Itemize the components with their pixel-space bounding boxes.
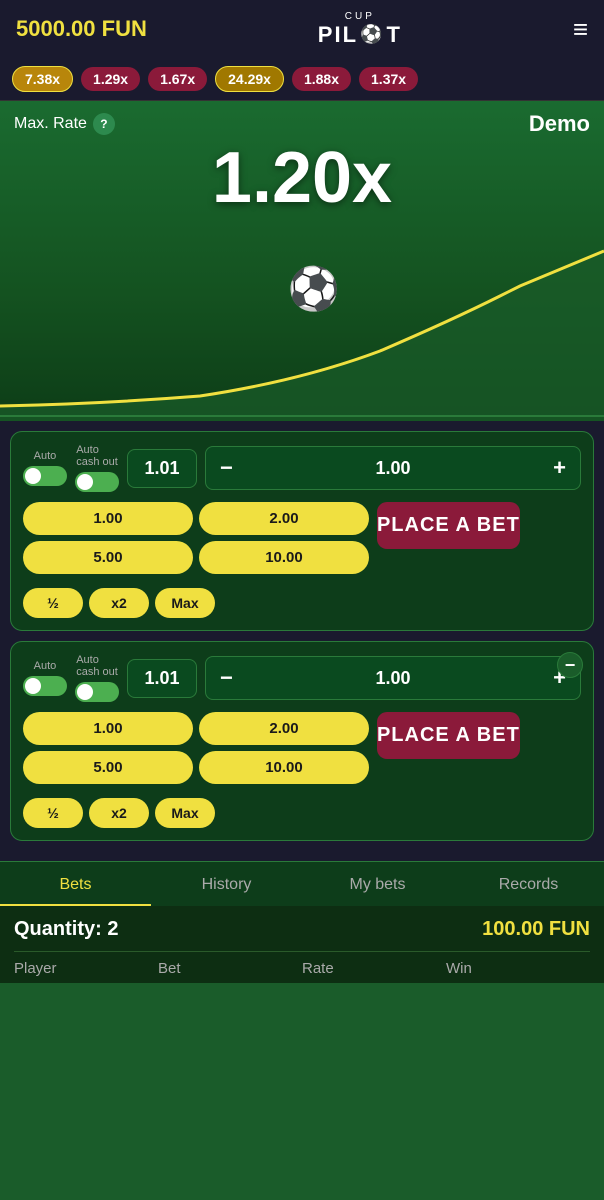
panel2-right: PLACE A BET (377, 712, 581, 828)
auto-cashout-label-2: Autocash out (76, 654, 118, 678)
frac-half-1[interactable]: ½ (23, 588, 83, 618)
tab-records[interactable]: Records (453, 862, 604, 906)
auto-toggle-1[interactable] (23, 466, 67, 486)
max-rate-label: Max. Rate ? (14, 113, 115, 135)
col-player: Player (14, 960, 158, 977)
multiplier-badge-4[interactable]: 1.88x (292, 67, 351, 91)
bottom-tabs: Bets History My bets Records (0, 861, 604, 906)
bet-amount-val-1: 1.00 (247, 458, 539, 479)
bet-decrease-1[interactable]: − (206, 447, 247, 489)
quick-bet-2-00[interactable]: 2.00 (199, 502, 369, 535)
quick-bet-5-00[interactable]: 5.00 (23, 541, 193, 574)
place-bet-btn-2[interactable]: PLACE A BET (377, 712, 520, 759)
auto-cashout-group-1: Autocash out (75, 444, 119, 492)
quantity-row: Quantity: 2 100.00 FUN (14, 918, 590, 941)
bet-panel-1: Auto Autocash out 1.01 − 1.00 + (10, 431, 594, 631)
quick-bet2-5-00[interactable]: 5.00 (23, 751, 193, 784)
quick-bet-1-00[interactable]: 1.00 (23, 502, 193, 535)
frac-x2-2[interactable]: x2 (89, 798, 149, 828)
logo: CUP PIL ⚽ T (318, 11, 402, 48)
col-bet: Bet (158, 960, 302, 977)
demo-badge: Demo (529, 111, 590, 137)
frac-row-1: ½ x2 Max (23, 588, 369, 618)
balance-display: 5000.00 FUN (16, 16, 147, 42)
bet-panel-2: − Auto Autocash out 1.01 − 1.00 (10, 641, 594, 841)
bet-amount-control-2: − 1.00 + (205, 656, 581, 700)
cashout-value-1[interactable]: 1.01 (127, 449, 197, 488)
logo-soccer-icon: ⚽ (360, 24, 384, 45)
logo-cup-text: CUP (345, 11, 375, 22)
betting-section: Auto Autocash out 1.01 − 1.00 + (0, 421, 604, 861)
header: 5000.00 FUN CUP PIL ⚽ T ≡ (0, 0, 604, 58)
bet-decrease-2[interactable]: − (206, 657, 247, 699)
logo-pilot-text: PIL ⚽ T (318, 22, 402, 48)
col-win: Win (446, 960, 590, 977)
multiplier-badge-3[interactable]: 24.29x (215, 66, 284, 92)
game-area: Max. Rate ? Demo 1.20x ⚽ (0, 101, 604, 421)
cashout-value-2[interactable]: 1.01 (127, 659, 197, 698)
bet-amount-control-1: − 1.00 + (205, 446, 581, 490)
quantity-label: Quantity: 2 (14, 918, 118, 941)
quick-bet2-2-00[interactable]: 2.00 (199, 712, 369, 745)
quick-bets-2: 1.00 2.00 5.00 10.00 (23, 712, 369, 784)
multiplier-badge-1[interactable]: 1.29x (81, 67, 140, 91)
menu-button[interactable]: ≡ (573, 14, 588, 45)
frac-half-2[interactable]: ½ (23, 798, 83, 828)
tab-history[interactable]: History (151, 862, 302, 906)
multiplier-bar: 7.38x 1.29x 1.67x 24.29x 1.88x 1.37x (0, 58, 604, 101)
auto-cashout-label-1: Autocash out (76, 444, 118, 468)
multiplier-badge-2[interactable]: 1.67x (148, 67, 207, 91)
auto-toggle-thumb-2 (25, 678, 41, 694)
tab-my-bets[interactable]: My bets (302, 862, 453, 906)
bet-increase-1[interactable]: + (539, 447, 580, 489)
auto-label-2: Auto (34, 660, 57, 672)
panel1-row1: Auto Autocash out 1.01 − 1.00 + (23, 444, 581, 492)
panel2-grid: 1.00 2.00 5.00 10.00 ½ x2 Max PLACE A BE… (23, 712, 581, 828)
bottom-info: Quantity: 2 100.00 FUN Player Bet Rate W… (0, 906, 604, 983)
quick-bet-10-00[interactable]: 10.00 (199, 541, 369, 574)
place-bet-btn-1[interactable]: PLACE A BET (377, 502, 520, 549)
auto-cashout-toggle-2[interactable] (75, 682, 119, 702)
auto-cashout-thumb-2 (77, 684, 93, 700)
frac-max-1[interactable]: Max (155, 588, 215, 618)
tab-bets[interactable]: Bets (0, 862, 151, 906)
multiplier-badge-5[interactable]: 1.37x (359, 67, 418, 91)
current-multiplier: 1.20x (0, 137, 604, 219)
table-header: Player Bet Rate Win (14, 951, 590, 977)
quantity-amount: 100.00 FUN (482, 918, 590, 941)
info-icon[interactable]: ? (93, 113, 115, 135)
auto-label-1: Auto (34, 450, 57, 462)
auto-cashout-group-2: Autocash out (75, 654, 119, 702)
quick-bets-1: 1.00 2.00 5.00 10.00 (23, 502, 369, 574)
panel2-left: 1.00 2.00 5.00 10.00 ½ x2 Max (23, 712, 369, 828)
auto-toggle-2[interactable] (23, 676, 67, 696)
auto-toggle-thumb-1 (25, 468, 41, 484)
auto-toggle-group-1: Auto (23, 450, 67, 486)
auto-cashout-toggle-1[interactable] (75, 472, 119, 492)
panel2-row1: Auto Autocash out 1.01 − 1.00 + (23, 654, 581, 702)
quick-bet2-10-00[interactable]: 10.00 (199, 751, 369, 784)
frac-row-2: ½ x2 Max (23, 798, 369, 828)
game-curve (0, 221, 604, 421)
multiplier-badge-0[interactable]: 7.38x (12, 66, 73, 92)
auto-cashout-thumb-1 (77, 474, 93, 490)
panel1-right: PLACE A BET (377, 502, 581, 618)
remove-panel-btn[interactable]: − (557, 652, 583, 678)
frac-max-2[interactable]: Max (155, 798, 215, 828)
bet-amount-val-2: 1.00 (247, 668, 539, 689)
auto-toggle-group-2: Auto (23, 660, 67, 696)
panel1-left: 1.00 2.00 5.00 10.00 ½ x2 Max (23, 502, 369, 618)
panel1-grid: 1.00 2.00 5.00 10.00 ½ x2 Max PLACE A BE… (23, 502, 581, 618)
frac-x2-1[interactable]: x2 (89, 588, 149, 618)
quick-bet2-1-00[interactable]: 1.00 (23, 712, 193, 745)
col-rate: Rate (302, 960, 446, 977)
